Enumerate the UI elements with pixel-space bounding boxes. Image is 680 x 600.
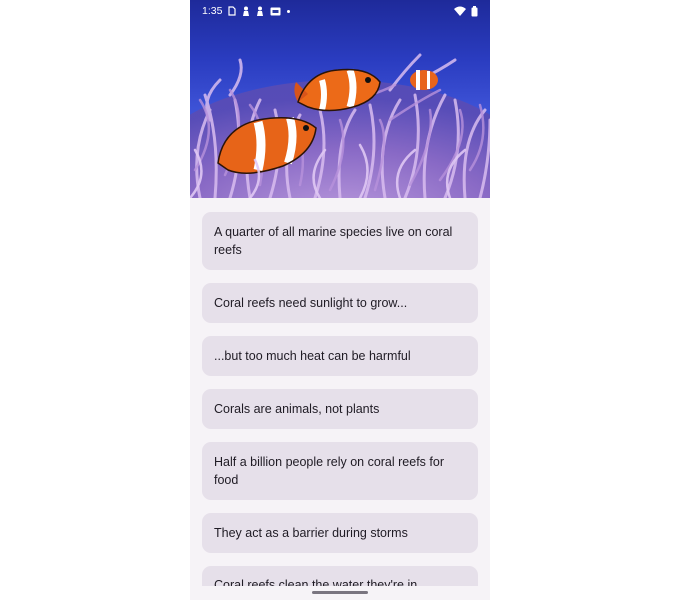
list-item[interactable]: Corals are animals, not plants [202,389,478,429]
hero-image [190,0,490,198]
list-item[interactable]: A quarter of all marine species live on … [202,212,478,270]
gesture-navigation-bar[interactable] [312,591,368,594]
list-item[interactable]: ...but too much heat can be harmful [202,336,478,376]
fact-text: Coral reefs need sunlight to grow... [214,296,408,310]
notification-icon [256,6,264,16]
status-time: 1:35 [202,5,223,17]
list-item[interactable]: They act as a barrier during storms [202,513,478,553]
app-screen: 1:35 A quarter of all marine species liv… [190,0,490,600]
list-item[interactable]: Half a billion people rely on coral reef… [202,442,478,500]
dot-icon [287,9,291,13]
facts-list[interactable]: A quarter of all marine species live on … [202,212,478,600]
clownfish-anemone-illustration [190,53,490,198]
fact-text: Half a billion people rely on coral reef… [214,455,444,487]
sim-icon [228,6,237,16]
fact-text: They act as a barrier during storms [214,526,408,540]
notification-icon [242,6,250,16]
wifi-icon [454,6,466,16]
status-bar: 1:35 [190,0,490,22]
list-item[interactable]: Coral reefs need sunlight to grow... [202,283,478,323]
battery-icon [471,5,478,17]
fact-text: A quarter of all marine species live on … [214,225,453,257]
fact-text: Corals are animals, not plants [214,402,380,416]
fact-text: ...but too much heat can be harmful [214,349,411,363]
cast-icon [270,7,281,16]
